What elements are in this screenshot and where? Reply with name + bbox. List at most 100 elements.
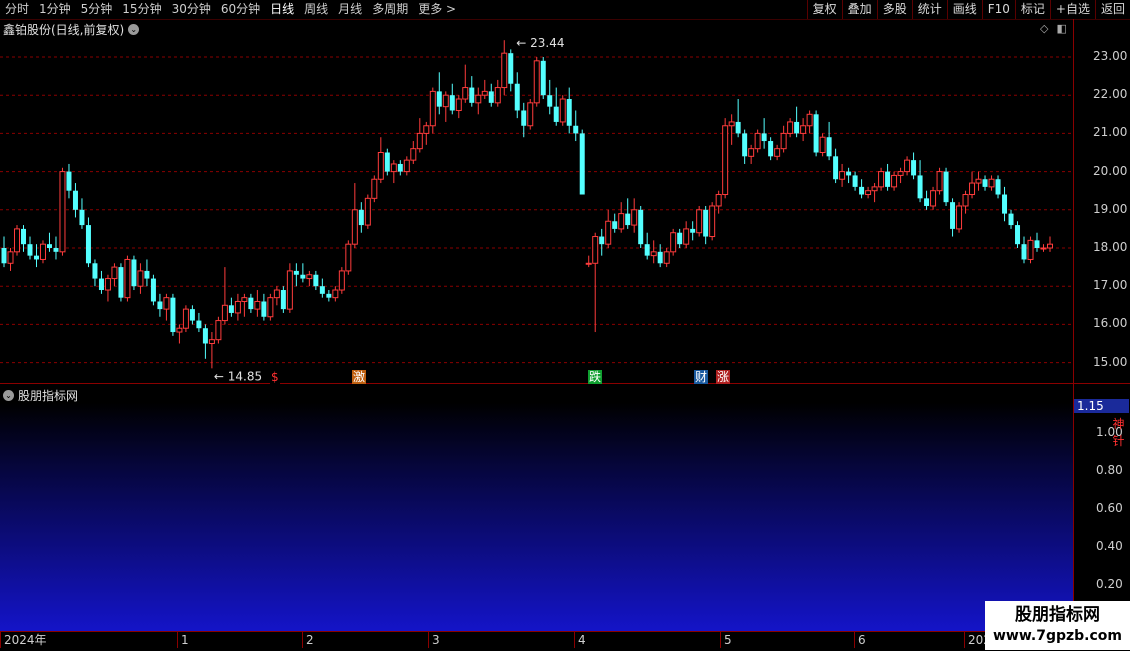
price-tick-label: 15.00 <box>1093 354 1128 369</box>
toolbar-button-0[interactable]: 复权 <box>806 0 842 19</box>
toolbar-button-8[interactable]: 返回 <box>1094 0 1130 19</box>
candle <box>144 259 150 287</box>
candle <box>163 293 170 321</box>
candle <box>566 87 572 134</box>
candle <box>92 259 98 287</box>
candle <box>442 91 449 122</box>
toolbar-button-2[interactable]: 多股 <box>876 0 912 19</box>
candle <box>85 217 91 268</box>
candle <box>364 194 371 229</box>
indicator-tick-label: 0.60 <box>1096 501 1123 515</box>
toolbar-button-3[interactable]: 统计 <box>911 0 947 19</box>
event-badge[interactable]: 财 <box>694 370 709 384</box>
candle <box>429 87 436 134</box>
candle <box>579 129 585 195</box>
candle <box>742 129 748 164</box>
period-tab-5[interactable]: 60分钟 <box>216 0 265 19</box>
candle <box>338 267 345 294</box>
low-marker: ← 14.85 <box>214 369 262 383</box>
event-badge[interactable]: 激 <box>352 370 367 384</box>
candle <box>728 114 735 145</box>
period-tab-0[interactable]: 分时 <box>0 0 34 19</box>
candle <box>111 263 118 287</box>
candle <box>677 228 683 248</box>
candle <box>722 118 729 199</box>
candle <box>774 144 781 161</box>
toolbar-button-6[interactable]: 标记 <box>1014 0 1050 19</box>
signal-label: 神针 <box>1112 417 1125 448</box>
date-label: 4 <box>574 632 586 648</box>
candle <box>982 175 988 191</box>
period-tab-10[interactable]: 更多 > <box>413 0 461 19</box>
candle <box>293 263 299 287</box>
period-tab-6[interactable]: 日线 <box>265 0 299 19</box>
candle <box>39 240 46 264</box>
candle <box>1 236 7 268</box>
candle <box>1008 209 1014 229</box>
candle <box>930 186 937 210</box>
period-tab-9[interactable]: 多周期 <box>367 0 413 19</box>
price-tick-label: 22.00 <box>1093 87 1128 102</box>
candle <box>124 255 131 302</box>
candle <box>859 179 865 199</box>
candle <box>787 118 794 138</box>
period-tab-3[interactable]: 15分钟 <box>117 0 166 19</box>
event-badge[interactable]: $ <box>270 370 280 384</box>
toolbar-button-1[interactable]: 叠加 <box>841 0 877 19</box>
candle <box>202 324 208 359</box>
candle <box>241 293 248 317</box>
candle <box>904 156 911 176</box>
price-chart[interactable]: ← 23.44 ← 14.85 <box>0 19 1073 383</box>
candle <box>118 263 124 302</box>
candle <box>1027 236 1034 264</box>
event-badge[interactable]: 跌 <box>588 370 603 384</box>
candle <box>98 270 104 294</box>
candle <box>644 232 650 260</box>
axis-separator <box>1073 19 1074 631</box>
date-label: 5 <box>720 632 732 648</box>
price-tick-label: 16.00 <box>1093 316 1128 331</box>
period-tab-1[interactable]: 1分钟 <box>34 0 76 19</box>
candle <box>273 286 280 306</box>
indicator-tick-label: 0.80 <box>1096 463 1123 477</box>
candle <box>455 95 462 119</box>
candle <box>416 118 423 153</box>
candle <box>234 293 241 321</box>
candle <box>833 148 839 184</box>
candle <box>573 110 579 142</box>
candle <box>494 79 501 107</box>
candle <box>377 137 384 184</box>
candle <box>871 183 878 203</box>
toolbar-button-7[interactable]: +自选 <box>1049 0 1095 19</box>
candle <box>696 205 703 237</box>
candle <box>332 286 339 302</box>
period-tab-8[interactable]: 月线 <box>333 0 367 19</box>
candle <box>27 236 33 260</box>
candle <box>137 263 144 294</box>
candle <box>748 144 755 164</box>
candle <box>313 270 319 291</box>
candle <box>501 40 508 96</box>
candle <box>813 110 819 157</box>
candle <box>423 121 430 145</box>
event-badge[interactable]: 涨 <box>716 370 731 384</box>
indicator-chart[interactable] <box>0 384 1073 631</box>
candle <box>865 186 872 199</box>
period-tab-2[interactable]: 5分钟 <box>76 0 118 19</box>
date-label: 1 <box>177 632 189 648</box>
period-tab-7[interactable]: 周线 <box>299 0 333 19</box>
date-label: 3 <box>428 632 440 648</box>
candle <box>72 183 78 218</box>
candle <box>891 171 898 191</box>
period-tab-4[interactable]: 30分钟 <box>167 0 216 19</box>
candle <box>319 278 325 298</box>
candle <box>436 72 442 115</box>
candle <box>196 312 202 333</box>
toolbar-button-4[interactable]: 画线 <box>946 0 982 19</box>
candle <box>533 57 540 107</box>
candle <box>1034 232 1040 252</box>
toolbar-button-5[interactable]: F10 <box>981 0 1015 19</box>
candle <box>306 270 313 287</box>
candle <box>852 171 858 191</box>
candle <box>768 137 774 161</box>
